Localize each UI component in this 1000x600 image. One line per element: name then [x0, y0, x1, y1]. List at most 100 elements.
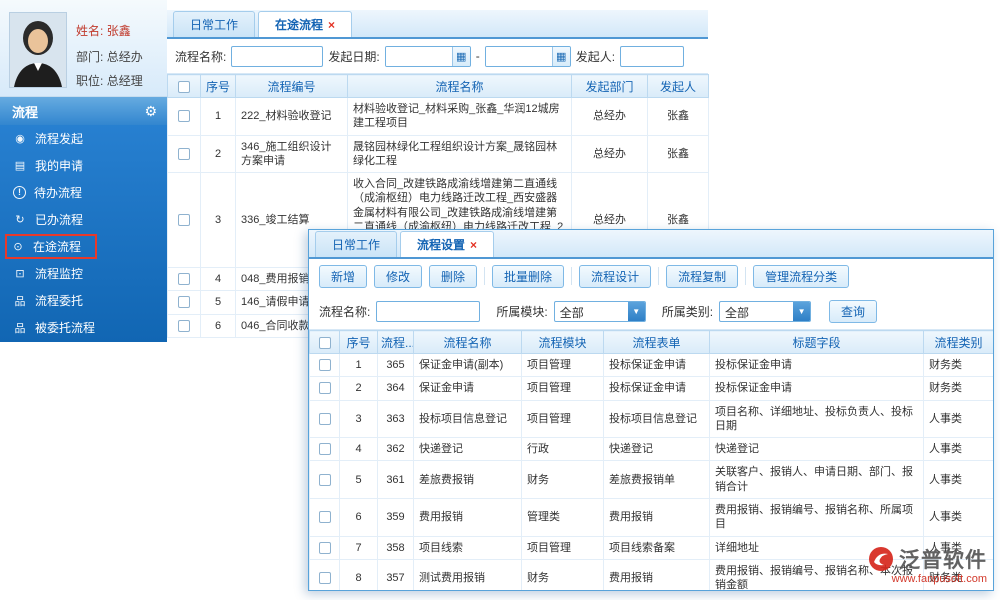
cell-no: 5: [200, 290, 236, 315]
user-title: 职位: 总经理: [76, 72, 143, 89]
row-checkbox[interactable]: [178, 296, 190, 309]
table-row[interactable]: 5 361 差旅费报销 财务 差旅费报销单 关联客户、报销人、申请日期、部门、报销合计 人事…: [309, 460, 993, 500]
module-select[interactable]: 全部 ▼: [553, 300, 646, 322]
tab-daily-work-2[interactable]: 日常工作: [315, 231, 398, 257]
cell-code: 364: [377, 376, 414, 401]
sidebar-item-delegate[interactable]: 品 流程委托: [0, 287, 167, 314]
sidebar-item-delegated-to-me[interactable]: 品 被委托流程: [0, 314, 167, 341]
col-header-no: 序号: [339, 330, 378, 354]
user-dept-label: 部门:: [76, 50, 104, 64]
add-button[interactable]: 新增: [319, 264, 368, 288]
cell-form: 快递登记: [603, 437, 710, 462]
table-row[interactable]: 2 364 保证金申请 项目管理 投标保证金申请 投标保证金申请 财务类: [309, 376, 993, 401]
col-header-sender: 发起人: [647, 74, 709, 98]
vendor-watermark: 泛普软件 www.fanpusoft.com: [868, 544, 987, 585]
cell-name: 晟铭园林绿化工程组织设计方案_晟铭园林绿化工程: [347, 135, 572, 174]
col-header-title-field: 标题字段: [709, 330, 924, 354]
flow-name-input[interactable]: [231, 45, 324, 67]
cell-checkbox: [309, 559, 340, 590]
search-button[interactable]: 查询: [829, 299, 878, 323]
table-row[interactable]: 1 222_材料验收登记 材料验收登记_材料采购_张鑫_华润12城房建工程项目 总经办…: [167, 97, 709, 136]
col-header-category: 流程类别: [923, 330, 993, 354]
tab-process-settings[interactable]: 流程设置 ×: [400, 231, 495, 257]
select-all-checkbox[interactable]: [178, 80, 190, 93]
row-checkbox[interactable]: [318, 511, 331, 524]
cell-title: 关联客户、报销人、申请日期、部门、报销合计: [709, 460, 924, 500]
row-checkbox[interactable]: [318, 412, 331, 425]
sidebar-item-done[interactable]: ↻ 已办流程: [0, 206, 167, 233]
tab-daily-work[interactable]: 日常工作: [173, 11, 256, 37]
toolbar-divider: [571, 267, 573, 285]
batch-delete-button[interactable]: 批量删除: [492, 264, 565, 288]
col-header-form: 流程表单: [603, 330, 710, 354]
delete-button[interactable]: 删除: [429, 264, 478, 288]
cell-dept: 总经办: [571, 97, 648, 136]
cell-form: 费用报销: [603, 559, 710, 590]
row-checkbox[interactable]: [178, 110, 190, 123]
cell-name: 费用报销: [413, 498, 522, 537]
col-header-no: 序号: [200, 74, 236, 98]
vendor-name: 泛普软件: [899, 548, 987, 572]
table-row[interactable]: 1 365 保证金申请(副本) 项目管理 投标保证金申请 投标保证金申请 财务类: [309, 353, 993, 378]
chevron-down-icon: ▼: [627, 301, 645, 321]
module-select-value: 全部: [559, 305, 584, 320]
tab-in-transit[interactable]: 在途流程 ×: [258, 11, 353, 37]
cell-category: 人事类: [923, 437, 993, 462]
table-row[interactable]: 6 359 费用报销 管理类 费用报销 费用报销、报销编号、报销名称、所属项目 人事类: [309, 498, 993, 537]
table-row[interactable]: 3 363 投标项目信息登记 项目管理 投标项目信息登记 项目名称、详细地址、投标负责人、…: [309, 400, 993, 439]
row-checkbox[interactable]: [178, 319, 190, 332]
win1-tabbar: 日常工作 在途流程 ×: [167, 10, 708, 39]
category-select[interactable]: 全部 ▼: [719, 300, 812, 322]
manage-flow-category-button[interactable]: 管理流程分类: [753, 264, 850, 288]
select-all-checkbox[interactable]: [318, 336, 331, 349]
row-checkbox[interactable]: [178, 273, 190, 286]
tab-label: 在途流程: [275, 18, 324, 32]
win2-toolbar: 新增 修改 删除 批量删除 流程设计 流程复制 管理流程分类: [309, 259, 993, 293]
cell-category: 人事类: [923, 400, 993, 439]
close-icon[interactable]: ×: [470, 239, 477, 251]
calendar-icon[interactable]: ▦: [551, 46, 570, 66]
row-checkbox[interactable]: [178, 214, 190, 227]
col-header-name: 流程名称: [347, 74, 572, 98]
table-row[interactable]: 2 346_施工组织设计方案申请 晟铭园林绿化工程组织设计方案_晟铭园林绿化工程 总经…: [167, 135, 709, 174]
sidebar-item-my-applications[interactable]: ▤ 我的申请: [0, 152, 167, 179]
sidebar-item-monitor[interactable]: ⊡ 流程监控: [0, 260, 167, 287]
cell-no: 3: [200, 172, 236, 268]
modify-button[interactable]: 修改: [374, 264, 423, 288]
cell-no: 4: [200, 267, 236, 292]
flow-copy-button[interactable]: 流程复制: [666, 264, 739, 288]
row-checkbox[interactable]: [178, 147, 190, 160]
table-row[interactable]: 4 362 快递登记 行政 快递登记 快递登记 人事类: [309, 437, 993, 462]
cell-module: 财务: [521, 559, 604, 590]
category-label: 所属类别:: [661, 304, 714, 319]
table-header-row: 序号 流程... 流程名称 流程模块 流程表单 标题字段 流程类别: [309, 330, 993, 354]
sidebar-item-label: 流程监控: [35, 267, 84, 281]
cell-form: 投标项目信息登记: [603, 400, 710, 439]
row-checkbox[interactable]: [318, 382, 331, 395]
sidebar-item-in-transit[interactable]: ⊙ 在途流程: [0, 233, 167, 260]
highlight-box: ⊙ 在途流程: [5, 234, 98, 259]
flow-name-input-2[interactable]: [376, 300, 481, 322]
row-checkbox[interactable]: [318, 359, 331, 372]
sidebar-item-initiate[interactable]: ◉ 流程发起: [0, 125, 167, 152]
cell-code: 358: [377, 536, 414, 560]
cell-name: 快递登记: [413, 437, 522, 462]
flow-design-button[interactable]: 流程设计: [579, 264, 652, 288]
calendar-icon[interactable]: ▦: [451, 46, 470, 66]
tab-label: 日常工作: [332, 238, 381, 252]
sidebar-item-todo[interactable]: ! 待办流程: [0, 179, 167, 206]
cell-no: 6: [200, 314, 236, 338]
start-date-input[interactable]: [385, 46, 452, 66]
close-icon[interactable]: ×: [328, 19, 335, 31]
row-checkbox[interactable]: [318, 473, 331, 486]
row-checkbox[interactable]: [318, 443, 331, 456]
cell-checkbox: [309, 376, 340, 401]
row-checkbox[interactable]: [318, 572, 331, 585]
gear-icon[interactable]: ⚙: [144, 103, 157, 120]
win2-tabbar: 日常工作 流程设置 ×: [309, 230, 993, 259]
end-date-input[interactable]: [485, 46, 552, 66]
row-checkbox[interactable]: [318, 541, 331, 554]
cell-checkbox: [167, 135, 201, 174]
initiator-input[interactable]: [620, 45, 685, 67]
cell-code: 365: [377, 353, 414, 378]
